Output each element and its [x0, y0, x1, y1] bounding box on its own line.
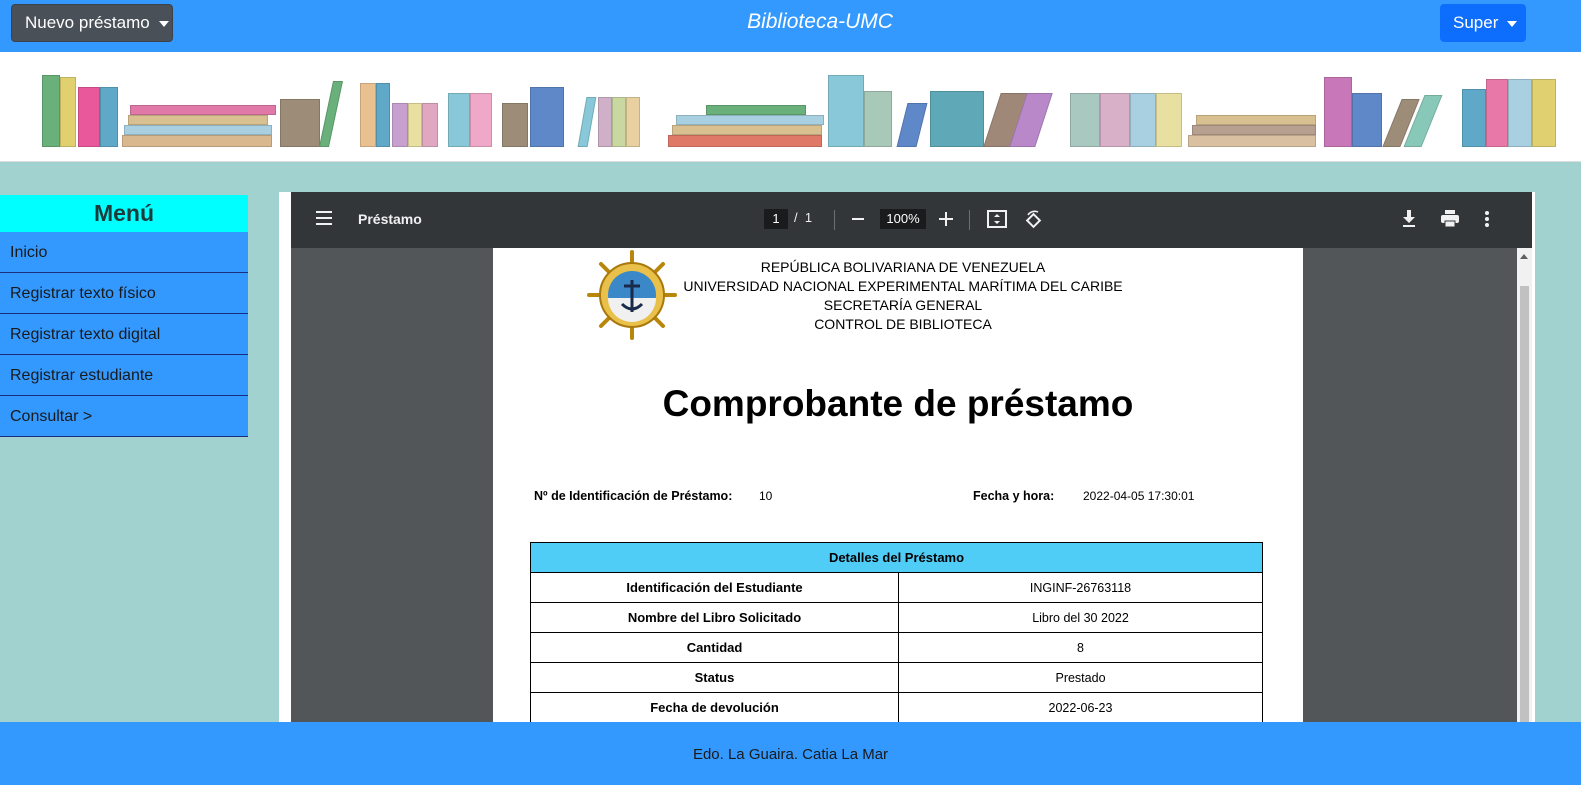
bookshelf-illustration — [42, 72, 1562, 147]
zoom-in-icon[interactable] — [939, 212, 953, 226]
user-dropdown[interactable]: Super — [1440, 4, 1526, 42]
zoom-out-icon[interactable] — [852, 218, 864, 220]
header-line: SECRETARÍA GENERAL — [823, 297, 983, 313]
table-row: Cantidad 8 — [530, 632, 1263, 663]
more-icon[interactable] — [1484, 210, 1490, 228]
row-value: INGINF-26763118 — [898, 572, 1263, 603]
sidebar-item-registrar-estudiante[interactable]: Registrar estudiante — [0, 355, 248, 396]
scroll-up-icon[interactable] — [1520, 254, 1528, 259]
zoom-level-input[interactable]: 100% — [880, 209, 926, 229]
row-label: Fecha de devolución — [530, 692, 899, 722]
top-navbar: Nuevo préstamo Biblioteca-UMC Super — [0, 0, 1581, 52]
bookshelf-banner — [0, 52, 1581, 162]
toolbar-divider — [969, 210, 970, 230]
pdf-page: REPÚBLICA BOLIVARIANA DE VENEZUELA UNIVE… — [493, 248, 1303, 722]
row-value: Prestado — [898, 662, 1263, 693]
loan-id-label: Nº de Identificación de Préstamo: — [534, 489, 733, 503]
pdf-scrollbar[interactable] — [1517, 248, 1532, 722]
document-heading: Comprobante de préstamo — [662, 383, 1134, 424]
toolbar-divider — [834, 210, 835, 230]
menu-title: Menú — [0, 195, 248, 232]
loan-id-value: 10 — [759, 489, 773, 503]
row-label: Nombre del Libro Solicitado — [530, 602, 899, 633]
row-value: 2022-06-23 — [898, 692, 1263, 722]
date-time-label: Fecha y hora: — [973, 489, 1055, 503]
print-icon[interactable] — [1440, 210, 1460, 228]
row-label: Status — [530, 662, 899, 693]
sidebar-item-registrar-texto-fisico[interactable]: Registrar texto físico — [0, 273, 248, 314]
table-row: Nombre del Libro Solicitado Libro del 30… — [530, 602, 1263, 633]
page-number-input[interactable]: 1 — [764, 209, 788, 229]
row-value: Libro del 30 2022 — [898, 602, 1263, 633]
pdf-toolbar: Préstamo 1 / 1 100% — [291, 192, 1532, 248]
page-count: / 1 — [794, 210, 813, 225]
scrollbar-thumb[interactable] — [1520, 286, 1529, 722]
pdf-title: Préstamo — [358, 211, 422, 227]
university-seal-logo — [587, 250, 677, 340]
row-label: Identificación del Estudiante — [530, 572, 899, 603]
caret-down-icon — [1507, 20, 1518, 27]
header-line: UNIVERSIDAD NACIONAL EXPERIMENTAL MARÍTI… — [683, 278, 1123, 294]
table-row: Fecha de devolución 2022-06-23 — [530, 692, 1263, 722]
sidebar-menu: Menú Inicio Registrar texto físico Regis… — [0, 195, 248, 437]
pdf-viewer[interactable]: Préstamo 1 / 1 100% REPÚBLICA BOLIVARIAN… — [291, 192, 1532, 722]
sidebar-item-consultar[interactable]: Consultar > — [0, 396, 248, 437]
brand-title[interactable]: Biblioteca-UMC — [0, 10, 1581, 34]
date-time-value: 2022-04-05 17:30:01 — [1083, 489, 1195, 503]
total-pages: 1 — [804, 210, 813, 225]
fit-page-icon[interactable] — [987, 210, 1007, 228]
footer-text: Edo. La Guaira. Catia La Mar — [692, 746, 889, 763]
download-icon[interactable] — [1402, 210, 1416, 228]
header-line: REPÚBLICA BOLIVARIANA DE VENEZUELA — [760, 259, 1046, 275]
row-value: 8 — [898, 632, 1263, 663]
sidebar-item-registrar-texto-digital[interactable]: Registrar texto digital — [0, 314, 248, 355]
row-label: Cantidad — [530, 632, 899, 663]
sidebar-item-inicio[interactable]: Inicio — [0, 232, 248, 273]
footer: Edo. La Guaira. Catia La Mar — [0, 722, 1581, 785]
menu-icon[interactable] — [316, 211, 332, 225]
loan-details-table: Detalles del Préstamo Identificación del… — [530, 542, 1263, 722]
document-header: REPÚBLICA BOLIVARIANA DE VENEZUELA UNIVE… — [683, 258, 1123, 334]
header-line: CONTROL DE BIBLIOTECA — [814, 316, 992, 332]
rotate-icon[interactable] — [1024, 210, 1044, 230]
table-row: Identificación del Estudiante INGINF-267… — [530, 572, 1263, 603]
table-title: Detalles del Préstamo — [530, 542, 1263, 573]
user-label: Super — [1453, 13, 1499, 32]
table-row: Status Prestado — [530, 662, 1263, 693]
